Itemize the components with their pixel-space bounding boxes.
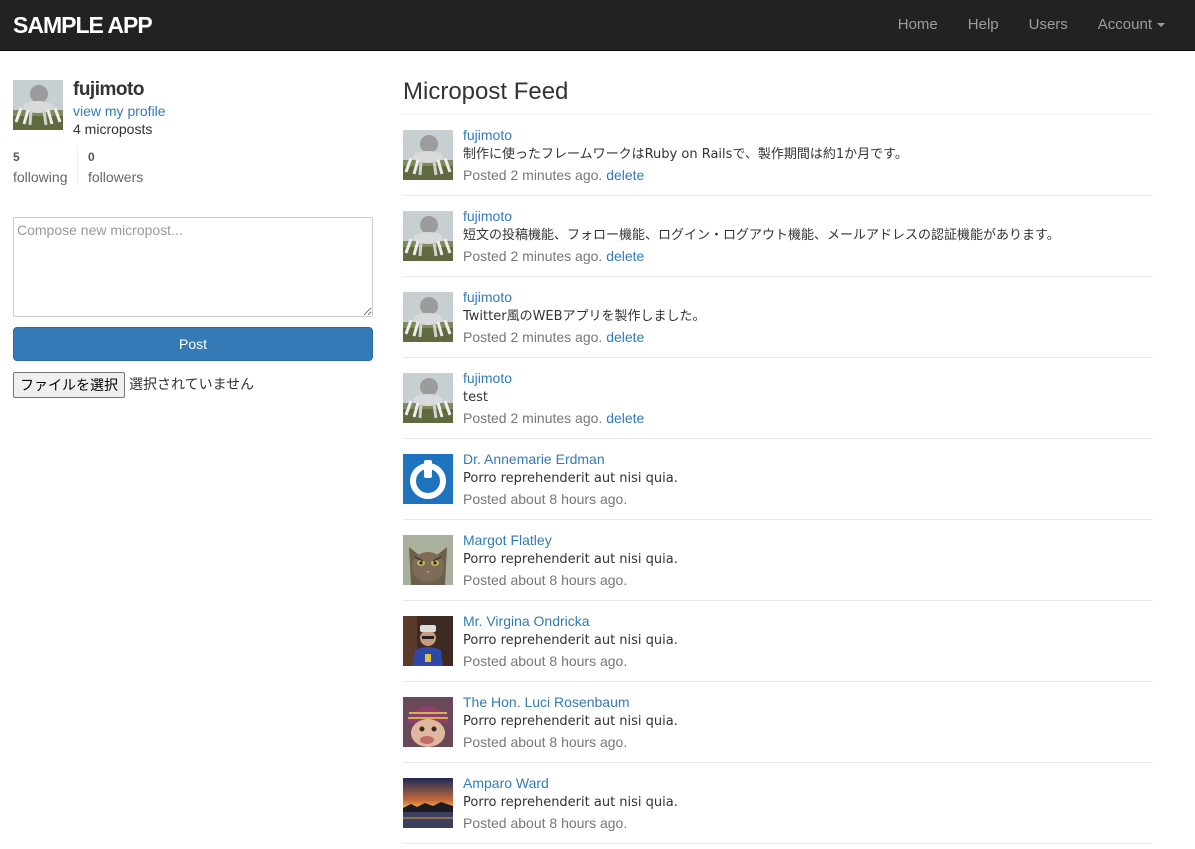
person-avatar-icon [403, 616, 453, 666]
cat-avatar-icon [403, 535, 453, 585]
post-user-link[interactable]: The Hon. Luci Rosenbaum [463, 692, 630, 712]
post-timestamp: Posted about 8 hours ago. [463, 572, 628, 588]
post-timestamp-row: Posted 2 minutes ago. delete [463, 408, 644, 428]
post-avatar[interactable] [403, 454, 453, 504]
followers-link[interactable]: 0 followers [88, 147, 143, 187]
post-timestamp-row: Posted about 8 hours ago. [463, 651, 627, 671]
post-avatar[interactable] [403, 373, 453, 423]
post-content: Twitter風のWEBアプリを製作しました。 [463, 309, 706, 324]
robot-avatar-icon [403, 211, 453, 261]
micropost-feed: fujimoto 制作に使ったフレームワークはRuby on Railsで、製作… [403, 115, 1153, 844]
following-link[interactable]: 5 following [13, 147, 67, 187]
app-logo[interactable]: SAMPLE APP [13, 12, 153, 38]
navbar: SAMPLE APP Home Help Users Account [0, 0, 1195, 51]
post-timestamp: Posted about 8 hours ago. [463, 734, 628, 750]
followers-count: 0 [88, 150, 95, 164]
robot-avatar-icon [403, 130, 453, 180]
choose-file-button[interactable]: ファイルを選択 [13, 372, 125, 398]
gravatar-logo-icon [403, 454, 453, 504]
post-timestamp: Posted 2 minutes ago. [463, 248, 603, 264]
post-user-link[interactable]: fujimoto [463, 125, 512, 145]
post-avatar[interactable] [403, 697, 453, 747]
post-timestamp-row: Posted about 8 hours ago. [463, 489, 627, 509]
post-user-link[interactable]: fujimoto [463, 368, 512, 388]
caret-down-icon [1157, 23, 1165, 28]
post-user-link[interactable]: Mr. Virgina Ondricka [463, 611, 590, 631]
post-timestamp-row: Posted 2 minutes ago. delete [463, 165, 644, 185]
user-name: fujimoto [73, 79, 144, 100]
feed-item: The Hon. Luci Rosenbaum Porro reprehende… [403, 682, 1153, 763]
post-avatar[interactable] [403, 616, 453, 666]
post-avatar[interactable] [403, 130, 453, 180]
feed-item: fujimoto Twitter風のWEBアプリを製作しました。 Posted … [403, 277, 1153, 358]
post-user-link[interactable]: Margot Flatley [463, 530, 552, 550]
post-content: 短文の投稿機能、フォロー機能、ログイン・ログアウト機能、メールアドレスの認証機能… [463, 228, 1060, 243]
nav-help[interactable]: Help [953, 0, 1014, 50]
feed-item: Margot Flatley Porro reprehenderit aut n… [403, 520, 1153, 601]
post-content: test [463, 390, 488, 405]
post-timestamp: Posted 2 minutes ago. [463, 410, 603, 426]
post-user-link[interactable]: fujimoto [463, 206, 512, 226]
post-timestamp: Posted 2 minutes ago. [463, 167, 603, 183]
robot-avatar-icon [403, 292, 453, 342]
delete-post-link[interactable]: delete [606, 167, 644, 183]
post-button[interactable]: Post [13, 327, 373, 361]
post-content: Porro reprehenderit aut nisi quia. [463, 714, 678, 729]
post-timestamp-row: Posted about 8 hours ago. [463, 732, 627, 752]
feed-item: fujimoto 制作に使ったフレームワークはRuby on Railsで、製作… [403, 115, 1153, 196]
post-timestamp-row: Posted 2 minutes ago. delete [463, 246, 644, 266]
delete-post-link[interactable]: delete [606, 329, 644, 345]
post-user-link[interactable]: fujimoto [463, 287, 512, 307]
feed-item: fujimoto 短文の投稿機能、フォロー機能、ログイン・ログアウト機能、メール… [403, 196, 1153, 277]
compose-micropost-input[interactable] [13, 217, 373, 317]
following-count: 5 [13, 150, 20, 164]
delete-post-link[interactable]: delete [606, 248, 644, 264]
feed-item: Mr. Virgina Ondricka Porro reprehenderit… [403, 601, 1153, 682]
robot-avatar-icon [13, 80, 63, 130]
post-timestamp: Posted about 8 hours ago. [463, 815, 628, 831]
post-content: 制作に使ったフレームワークはRuby on Railsで、製作期間は約1か月です… [463, 147, 908, 162]
child-avatar-icon [403, 697, 453, 747]
nav-account-dropdown[interactable]: Account [1083, 0, 1180, 50]
post-content: Porro reprehenderit aut nisi quia. [463, 471, 678, 486]
feed-title: Micropost Feed [403, 78, 569, 105]
delete-post-link[interactable]: delete [606, 410, 644, 426]
feed-item: Amparo Ward Porro reprehenderit aut nisi… [403, 763, 1153, 844]
post-timestamp-row: Posted 2 minutes ago. delete [463, 327, 644, 347]
post-timestamp: Posted 2 minutes ago. [463, 329, 603, 345]
stats-divider [77, 147, 78, 187]
feed-item: Dr. Annemarie Erdman Porro reprehenderit… [403, 439, 1153, 520]
nav-account-label: Account [1097, 16, 1152, 33]
post-user-link[interactable]: Dr. Annemarie Erdman [463, 449, 605, 469]
post-avatar[interactable] [403, 211, 453, 261]
robot-avatar-icon [403, 373, 453, 423]
user-avatar[interactable] [13, 80, 63, 130]
view-profile-link[interactable]: view my profile [73, 101, 166, 121]
post-avatar[interactable] [403, 535, 453, 585]
followers-label: followers [88, 169, 144, 185]
post-avatar[interactable] [403, 292, 453, 342]
nav-links: Home Help Users Account [883, 0, 1180, 50]
file-picker: ファイルを選択 選択されていません [13, 372, 254, 398]
post-avatar[interactable] [403, 778, 453, 828]
feed-item: fujimoto test Posted 2 minutes ago. dele… [403, 358, 1153, 439]
micropost-count: 4 microposts [73, 121, 153, 137]
nav-users[interactable]: Users [1014, 0, 1083, 50]
nav-home[interactable]: Home [883, 0, 953, 50]
file-status-text: 選択されていません [129, 377, 255, 393]
post-timestamp-row: Posted about 8 hours ago. [463, 570, 627, 590]
following-label: following [13, 169, 68, 185]
post-content: Porro reprehenderit aut nisi quia. [463, 795, 678, 810]
post-timestamp-row: Posted about 8 hours ago. [463, 813, 627, 833]
sunset-avatar-icon [403, 778, 453, 828]
post-content: Porro reprehenderit aut nisi quia. [463, 633, 678, 648]
post-content: Porro reprehenderit aut nisi quia. [463, 552, 678, 567]
post-user-link[interactable]: Amparo Ward [463, 773, 549, 793]
post-timestamp: Posted about 8 hours ago. [463, 491, 628, 507]
post-timestamp: Posted about 8 hours ago. [463, 653, 628, 669]
